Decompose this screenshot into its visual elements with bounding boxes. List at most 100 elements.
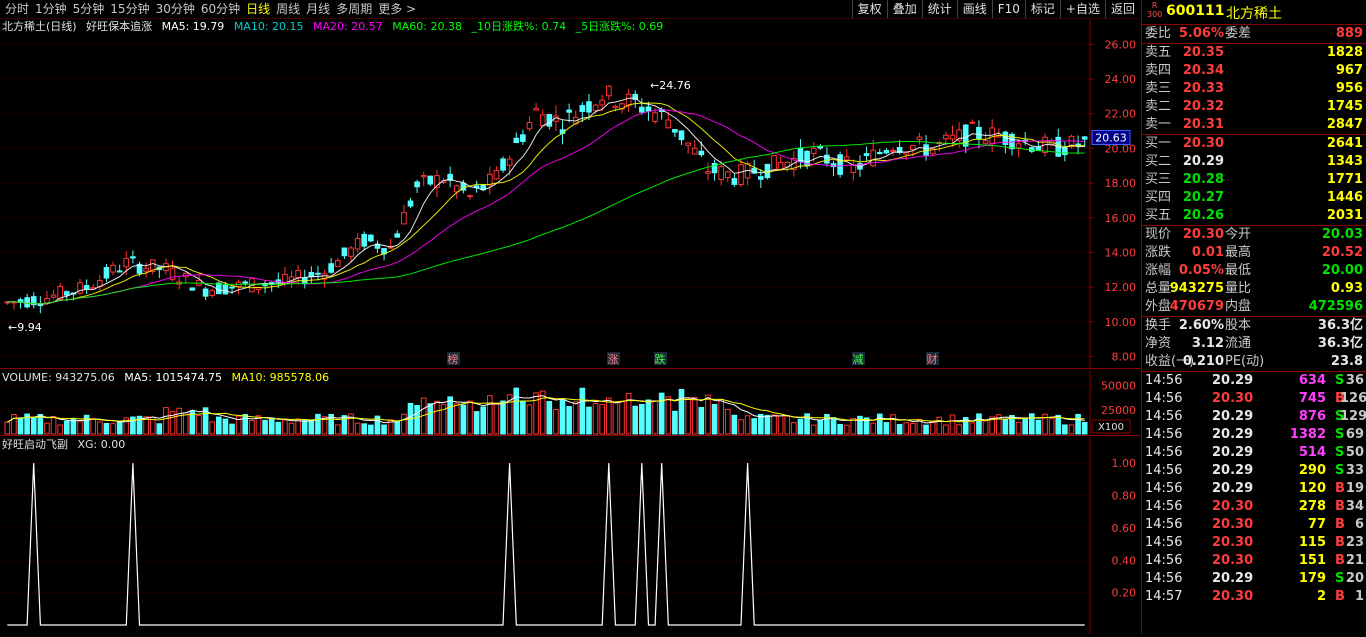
volume-bar[interactable] <box>308 419 315 435</box>
volume-bar[interactable] <box>718 399 724 435</box>
period-tab-4[interactable]: 30分钟 <box>153 0 198 18</box>
volume-bar[interactable] <box>599 404 605 435</box>
candle-body[interactable] <box>718 166 724 180</box>
volume-bar[interactable] <box>632 405 639 435</box>
volume-bar[interactable] <box>652 400 658 435</box>
volume-bar[interactable] <box>1029 413 1035 435</box>
candle-body[interactable] <box>810 147 817 155</box>
volume-bar[interactable] <box>678 388 685 435</box>
volume-bar[interactable] <box>1002 418 1009 435</box>
candle-body[interactable] <box>506 158 513 166</box>
volume-bar[interactable] <box>612 401 619 435</box>
volume-bar[interactable] <box>645 399 652 435</box>
volume-bar[interactable] <box>156 423 163 435</box>
volume-bar[interactable] <box>605 397 612 435</box>
volume-bar[interactable] <box>738 419 744 435</box>
period-tab-9[interactable]: 多周期 <box>333 0 375 18</box>
candle-body[interactable] <box>738 164 744 185</box>
volume-bar[interactable] <box>103 422 110 435</box>
period-tab-7[interactable]: 周线 <box>273 0 303 18</box>
candle-body[interactable] <box>123 257 130 268</box>
volume-bar[interactable] <box>493 403 500 435</box>
period-tab-5[interactable]: 60分钟 <box>198 0 243 18</box>
volume-bar[interactable] <box>50 416 57 435</box>
volume-bar[interactable] <box>976 413 982 435</box>
candle-body[interactable] <box>143 267 149 272</box>
candle-body[interactable] <box>645 106 652 112</box>
candle-body[interactable] <box>401 212 407 225</box>
volume-bar[interactable] <box>572 401 579 435</box>
volume-bar[interactable] <box>903 422 910 435</box>
candle-body[interactable] <box>566 109 572 113</box>
volume-bar[interactable] <box>817 419 824 435</box>
volume-bar[interactable] <box>751 418 758 435</box>
candle-body[interactable] <box>982 140 989 144</box>
volume-bar[interactable] <box>57 424 63 435</box>
volume-bar[interactable] <box>4 421 11 435</box>
volume-bar[interactable] <box>520 400 526 435</box>
volume-bar[interactable] <box>282 419 288 435</box>
volume-bar[interactable] <box>949 414 956 435</box>
candle-body[interactable] <box>467 195 473 198</box>
volume-bar[interactable] <box>77 420 83 435</box>
volume-bar[interactable] <box>229 423 235 435</box>
volume-bar[interactable] <box>711 403 718 435</box>
volume-bar[interactable] <box>334 424 341 435</box>
volume-bar[interactable] <box>830 417 837 435</box>
volume-bar[interactable] <box>771 414 777 435</box>
volume-bar[interactable] <box>1081 421 1088 435</box>
volume-bar[interactable] <box>1035 419 1042 435</box>
volume-bar[interactable] <box>896 423 903 435</box>
candle-body[interactable] <box>341 247 348 257</box>
candlestick-chart[interactable]: 8.00 10.00 12.00 14.00 16.00 18.00 20.00 22.00 2… <box>0 19 1140 369</box>
candle-body[interactable] <box>910 145 916 150</box>
candle-body[interactable] <box>209 290 216 296</box>
volume-bar[interactable] <box>956 424 962 435</box>
candle-body[interactable] <box>222 284 229 295</box>
volume-bar[interactable] <box>685 397 691 435</box>
volume-bar[interactable] <box>354 422 361 435</box>
volume-bar[interactable] <box>473 411 480 435</box>
toolbar-button-5[interactable]: 标记 <box>1024 0 1060 18</box>
volume-bar[interactable] <box>163 407 169 435</box>
volume-bar[interactable] <box>467 400 473 435</box>
toolbar-button-7[interactable]: 返回 <box>1104 0 1140 18</box>
volume-bar[interactable] <box>929 420 936 435</box>
candle-body[interactable] <box>420 175 427 178</box>
volume-bar[interactable] <box>30 416 37 435</box>
toolbar-button-6[interactable]: +自选 <box>1059 0 1105 18</box>
candle-body[interactable] <box>1062 147 1068 156</box>
volume-bar[interactable] <box>434 400 440 435</box>
volume-bar[interactable] <box>1075 413 1081 435</box>
candle-body[interactable] <box>354 237 361 250</box>
candle-body[interactable] <box>487 173 493 186</box>
indicator-svg[interactable]: 0.20 0.40 0.60 0.80 1.00 <box>0 437 1140 634</box>
volume-bar[interactable] <box>216 416 222 435</box>
volume-bar[interactable] <box>777 415 784 435</box>
volume-bar[interactable] <box>11 413 17 435</box>
toolbar-button-0[interactable]: 复权 <box>851 0 887 18</box>
volume-bar[interactable] <box>586 406 592 435</box>
volume-bar[interactable] <box>566 406 572 435</box>
candle-body[interactable] <box>513 137 520 144</box>
candle-body[interactable] <box>685 142 691 146</box>
candle-body[interactable] <box>282 273 288 284</box>
period-tab-1[interactable]: 1分钟 <box>32 0 70 18</box>
volume-bar[interactable] <box>559 399 566 435</box>
volume-bar[interactable] <box>513 387 520 435</box>
candle-body[interactable] <box>698 150 705 156</box>
candle-body[interactable] <box>414 181 420 188</box>
candle-body[interactable] <box>262 284 268 287</box>
volume-bar[interactable] <box>969 422 976 435</box>
volume-bar[interactable] <box>249 420 255 435</box>
volume-bar[interactable] <box>936 416 943 435</box>
volume-bar[interactable] <box>315 413 321 435</box>
toolbar-button-1[interactable]: 叠加 <box>886 0 922 18</box>
volume-bar[interactable] <box>295 419 301 435</box>
volume-bar[interactable] <box>658 392 665 435</box>
volume-bar[interactable] <box>923 424 929 435</box>
volume-bar[interactable] <box>731 414 738 435</box>
volume-bar[interactable] <box>982 420 989 435</box>
candle-body[interactable] <box>394 233 401 238</box>
volume-bar[interactable] <box>17 417 24 435</box>
